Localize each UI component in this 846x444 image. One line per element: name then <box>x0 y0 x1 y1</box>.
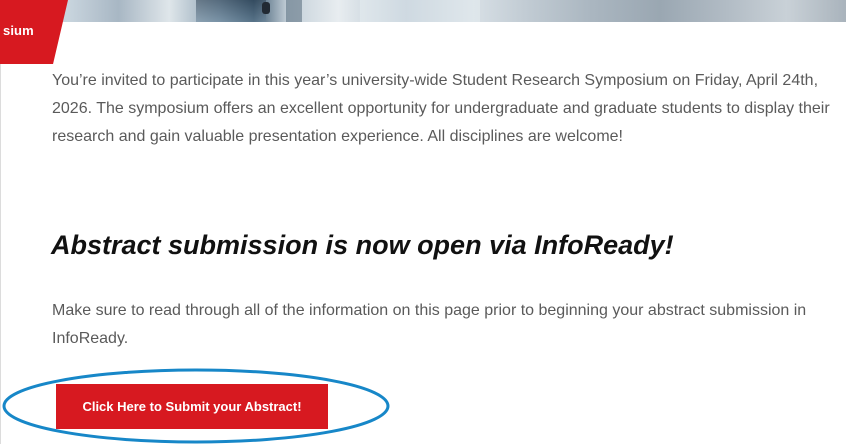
submit-abstract-button[interactable]: Click Here to Submit your Abstract! <box>56 384 328 429</box>
hero-image-detail <box>286 0 302 22</box>
intro-paragraph: You’re invited to participate in this ye… <box>52 72 830 145</box>
announcement-heading: Abstract submission is now open via Info… <box>51 230 674 260</box>
hero-image-highlight <box>360 0 480 22</box>
instruction-paragraph: Make sure to read through all of the inf… <box>52 302 807 347</box>
hero-image-shade <box>196 0 266 22</box>
hero-image-detail <box>262 2 270 14</box>
hero-image <box>0 0 846 22</box>
section-tag-label: sium <box>3 23 34 38</box>
